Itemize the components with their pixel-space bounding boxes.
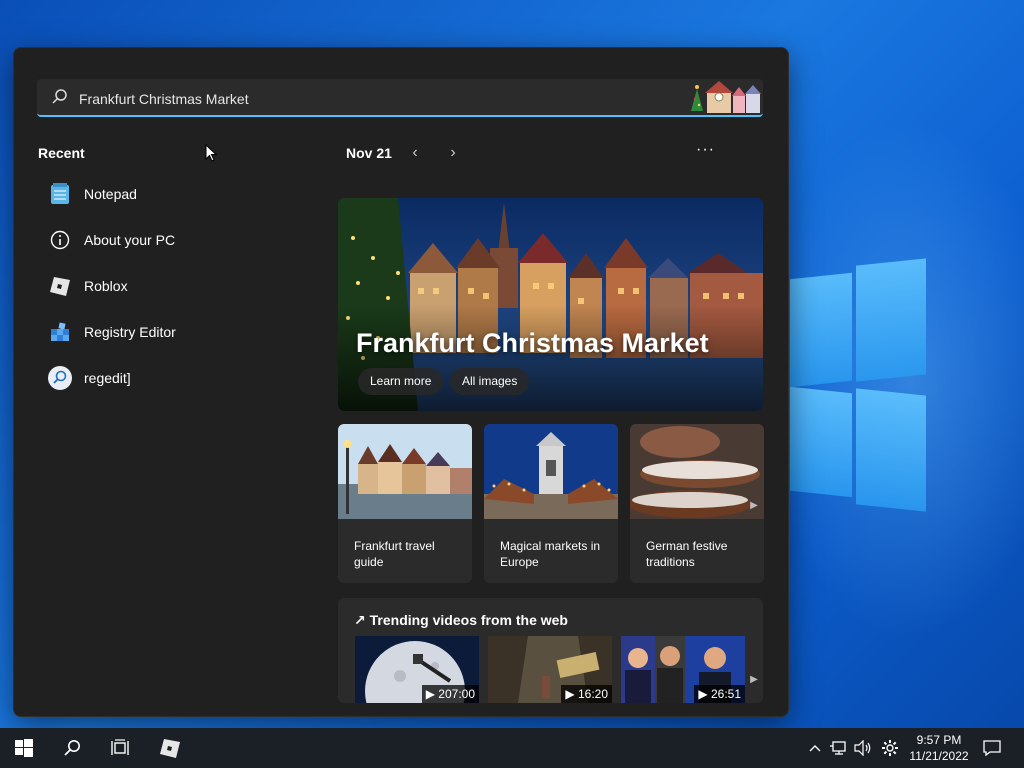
volume-button[interactable] (852, 728, 874, 768)
trending-icon: ↗ (354, 612, 366, 628)
notepad-icon (48, 182, 72, 206)
video-thumbnail[interactable]: ▶ 16:20 (488, 636, 612, 703)
card-thumbnail (484, 424, 618, 519)
recent-item-label: Registry Editor (84, 324, 176, 340)
video-duration: ▶ 16:20 (561, 685, 612, 703)
recent-item-roblox[interactable]: Roblox (38, 263, 298, 309)
recent-item-label: regedit] (84, 370, 131, 386)
next-day-button[interactable]: › (446, 144, 460, 162)
card-label: Magical markets in Europe (500, 539, 601, 569)
search-input[interactable] (77, 85, 641, 113)
videos-scroll-right-button[interactable]: ▶ (747, 668, 761, 692)
recent-item-label: Notepad (84, 186, 137, 202)
recent-list: Notepad About your PC Roblox Registry Ed… (38, 171, 298, 401)
chevron-up-icon (809, 745, 821, 752)
taskbar-search-button[interactable] (48, 728, 96, 768)
video-duration: ▶ 207:00 (421, 685, 479, 703)
trending-title-text: Trending videos from the web (369, 612, 568, 628)
gear-icon (882, 740, 898, 756)
task-view-button[interactable] (96, 728, 144, 768)
show-hidden-icons-button[interactable] (806, 728, 824, 768)
card-label: German festive traditions (646, 539, 728, 569)
feed-date: Nov 21 (346, 145, 392, 161)
clock-time: 9:57 PM (916, 733, 962, 747)
settings-button[interactable] (878, 728, 902, 768)
more-options-button[interactable]: ··· (696, 141, 715, 159)
video-duration: ▶ 26:51 (694, 685, 745, 703)
card-frankfurt-travel-guide[interactable]: Frankfurt travel guide (338, 424, 472, 583)
card-magical-markets[interactable]: Magical markets in Europe (484, 424, 618, 583)
speaker-icon (854, 740, 871, 756)
recent-item-label: Roblox (84, 278, 128, 294)
registry-editor-icon (48, 320, 72, 344)
notification-icon (983, 740, 1001, 756)
trending-title: ↗ Trending videos from the web (354, 612, 568, 629)
card-german-festive-traditions[interactable]: German festive traditions (630, 424, 764, 583)
christmas-market-icon (691, 81, 761, 113)
taskbar: 9:57 PM 11/21/2022 (0, 728, 1024, 768)
all-images-button[interactable]: All images (450, 368, 530, 395)
taskbar-roblox-button[interactable] (146, 728, 194, 768)
roblox-icon (48, 274, 72, 298)
recent-item-label: About your PC (84, 232, 176, 248)
windows-desktop-logo (790, 258, 926, 512)
recent-item-regedit-search[interactable]: regedit] (38, 355, 298, 401)
search-panel: Recent Notepad Ab (13, 47, 789, 717)
hero-card[interactable]: Frankfurt Christmas Market Learn more Al… (338, 198, 763, 411)
recent-title: Recent (38, 145, 85, 161)
hero-title: Frankfurt Christmas Market (356, 328, 709, 358)
clock-date: 11/21/2022 (909, 749, 969, 763)
recent-item-registry-editor[interactable]: Registry Editor (38, 309, 298, 355)
network-icon (830, 741, 846, 755)
roblox-icon (160, 739, 180, 758)
search-icon (64, 740, 80, 756)
search-box[interactable] (37, 79, 763, 117)
recent-item-about-your-pc[interactable]: About your PC (38, 217, 298, 263)
windows-start-icon (15, 739, 33, 757)
card-label: Frankfurt travel guide (354, 539, 435, 569)
cards-scroll-right-button[interactable]: ▶ (747, 494, 761, 518)
previous-day-button[interactable]: ‹ (408, 144, 422, 162)
start-button[interactable] (0, 728, 48, 768)
search-result-icon (48, 366, 72, 390)
video-thumbnail[interactable]: ▶ 26:51 (621, 636, 745, 703)
recent-item-notepad[interactable]: Notepad (38, 171, 298, 217)
task-view-icon (111, 739, 129, 755)
search-icon (52, 89, 67, 104)
learn-more-button[interactable]: Learn more (358, 368, 444, 395)
card-thumbnail (630, 424, 764, 519)
info-icon (48, 228, 72, 252)
trending-videos-section: ↗ Trending videos from the web ▶ 207:00 … (338, 598, 763, 703)
taskbar-clock[interactable]: 9:57 PM 11/21/2022 (904, 732, 974, 764)
video-thumbnail[interactable]: ▶ 207:00 (355, 636, 479, 703)
network-button[interactable] (828, 728, 850, 768)
mouse-cursor (205, 144, 217, 162)
notifications-button[interactable] (978, 728, 1006, 768)
card-thumbnail (338, 424, 472, 519)
feed-date-row: Nov 21 ‹ › ··· (346, 141, 746, 167)
